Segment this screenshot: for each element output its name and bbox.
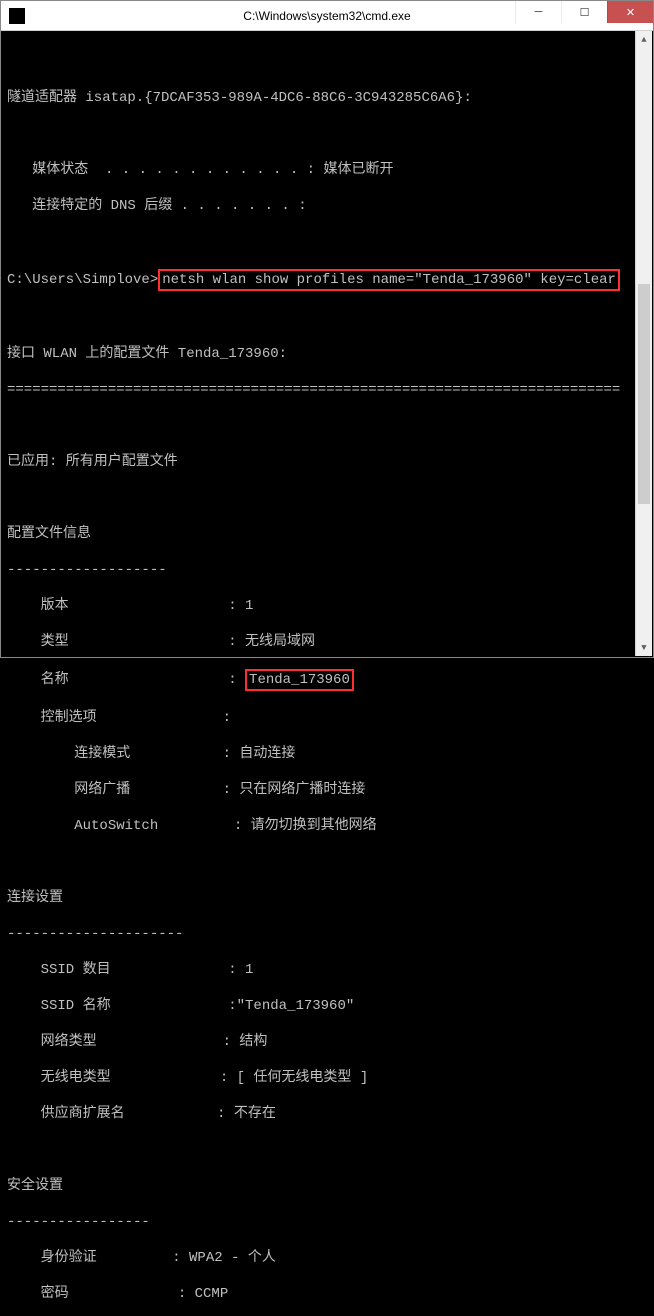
profile-name-highlight: Tenda_173960 — [245, 669, 354, 691]
output-line: 版本 : 1 — [7, 597, 647, 615]
section-header: 连接设置 — [7, 889, 647, 907]
section-header: 安全设置 — [7, 1177, 647, 1195]
scroll-down-button[interactable]: ▼ — [636, 639, 652, 656]
output-line: --------------------- — [7, 925, 647, 943]
output-line: 供应商扩展名 : 不存在 — [7, 1105, 647, 1123]
window-titlebar: C:\Windows\system32\cmd.exe ─ ☐ ✕ — [1, 1, 653, 31]
maximize-button[interactable]: ☐ — [561, 1, 607, 23]
vertical-scrollbar[interactable]: ▲ ▼ — [635, 31, 652, 656]
output-line — [7, 417, 647, 435]
cmd-icon — [9, 8, 25, 24]
terminal-output: 隧道适配器 isatap.{7DCAF353-989A-4DC6-88C6-3C… — [1, 31, 653, 1316]
minimize-button[interactable]: ─ — [515, 1, 561, 23]
output-line — [7, 309, 647, 327]
section-header: 配置文件信息 — [7, 525, 647, 543]
output-line — [7, 53, 647, 71]
scroll-track[interactable] — [636, 48, 652, 639]
output-line: 连接特定的 DNS 后缀 . . . . . . . : — [7, 197, 647, 215]
output-line — [7, 489, 647, 507]
output-line: ========================================… — [7, 381, 647, 399]
output-line: 网络广播 : 只在网络广播时连接 — [7, 781, 647, 799]
window-controls: ─ ☐ ✕ — [515, 1, 653, 30]
output-line: 隧道适配器 isatap.{7DCAF353-989A-4DC6-88C6-3C… — [7, 89, 647, 107]
output-line: 密码 : CCMP — [7, 1285, 647, 1303]
prompt-path: C:\Users\Simplove> — [7, 272, 158, 288]
output-line: SSID 名称 :"Tenda_173960" — [7, 997, 647, 1015]
output-line: 无线电类型 : [ 任何无线电类型 ] — [7, 1069, 647, 1087]
output-line — [7, 1141, 647, 1159]
name-label: 名称 : — [7, 672, 245, 688]
output-line: 接口 WLAN 上的配置文件 Tenda_173960: — [7, 345, 647, 363]
output-line: 控制选项 : — [7, 709, 647, 727]
output-line: ----------------- — [7, 1213, 647, 1231]
command-highlight: netsh wlan show profiles name="Tenda_173… — [158, 269, 620, 291]
close-button[interactable]: ✕ — [607, 1, 653, 23]
scroll-thumb[interactable] — [638, 284, 650, 504]
profile-name-value: Tenda_173960 — [249, 672, 350, 688]
output-line: 连接模式 : 自动连接 — [7, 745, 647, 763]
output-line: 身份验证 : WPA2 - 个人 — [7, 1249, 647, 1267]
output-line: 名称 : Tenda_173960 — [7, 669, 647, 691]
scroll-up-button[interactable]: ▲ — [636, 31, 652, 48]
output-line — [7, 233, 647, 251]
output-line: AutoSwitch : 请勿切换到其他网络 — [7, 817, 647, 835]
output-line: 网络类型 : 结构 — [7, 1033, 647, 1051]
output-line: 媒体状态 . . . . . . . . . . . . : 媒体已断开 — [7, 161, 647, 179]
output-line: 类型 : 无线局域网 — [7, 633, 647, 651]
command-line: C:\Users\Simplove>netsh wlan show profil… — [7, 269, 647, 291]
output-line — [7, 853, 647, 871]
output-line — [7, 125, 647, 143]
output-line: 已应用: 所有用户配置文件 — [7, 453, 647, 471]
output-line: SSID 数目 : 1 — [7, 961, 647, 979]
output-line: ------------------- — [7, 561, 647, 579]
command-text: netsh wlan show profiles name="Tenda_173… — [162, 272, 616, 288]
